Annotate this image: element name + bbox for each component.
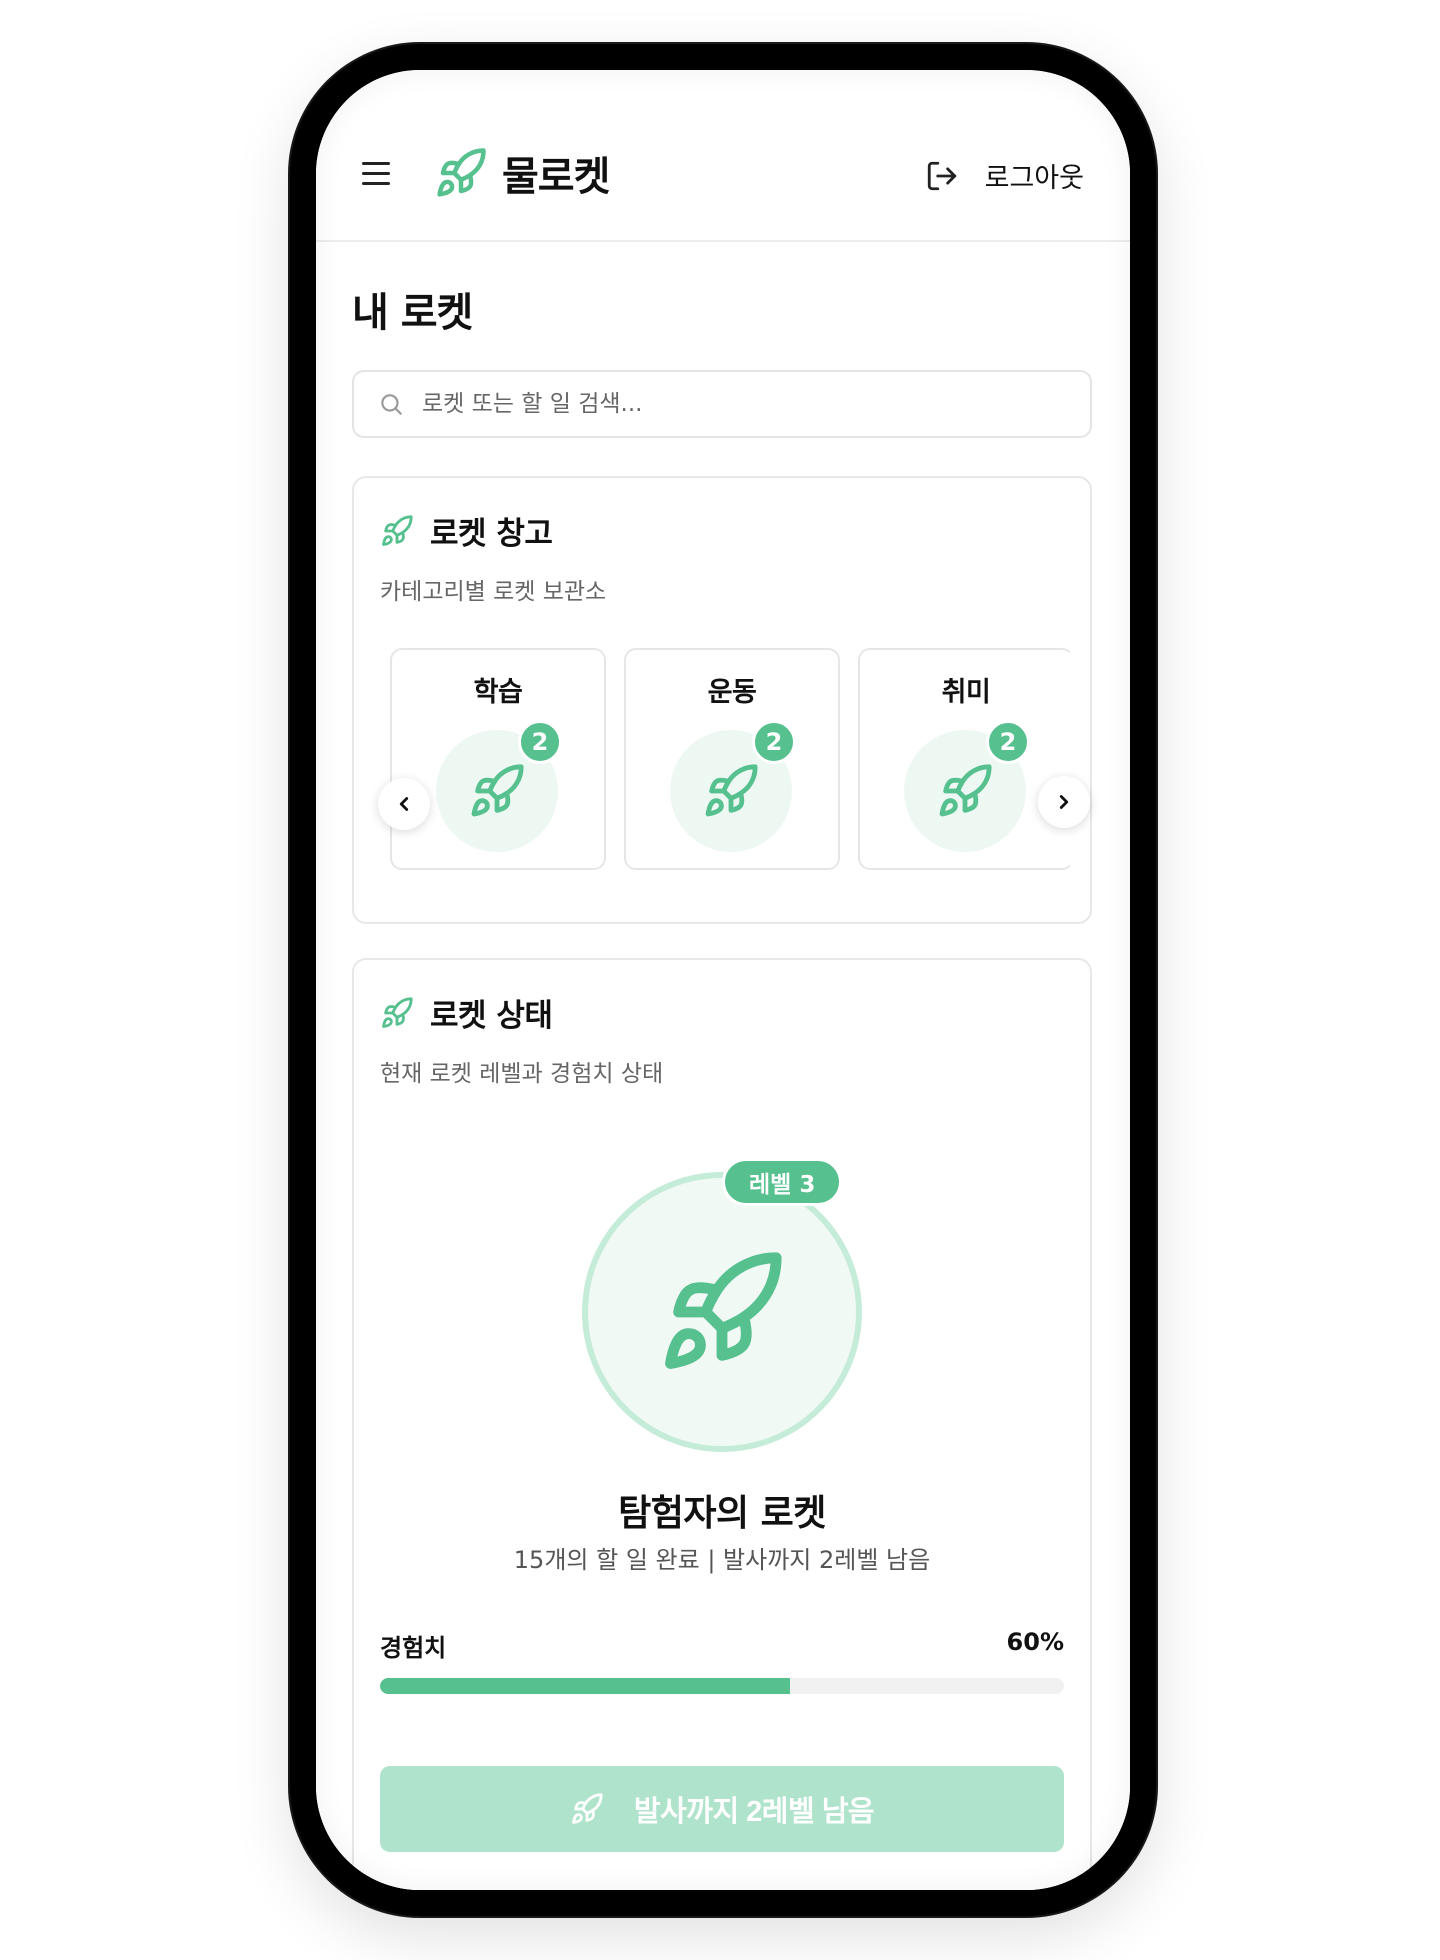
category-label: 운동 (707, 677, 757, 708)
search-icon (381, 394, 402, 415)
warehouse-title: 로켓 창고 (430, 516, 553, 552)
carousel-next-button[interactable] (1038, 776, 1090, 828)
category-carousel: 학습 2 운동 2 취미 2 (390, 648, 1070, 872)
rocket-icon (437, 148, 486, 197)
count-badge: 2 (518, 720, 562, 764)
rocket-icon (382, 514, 413, 546)
rocket-icon (471, 764, 524, 817)
rocket-icon (665, 1252, 782, 1369)
category-tile-hobby[interactable]: 취미 2 (858, 648, 1070, 870)
level-badge: 레벨 3 (722, 1158, 843, 1206)
launch-button[interactable]: 발사까지 2레벨 남음 (380, 1766, 1064, 1852)
search-bar[interactable] (352, 370, 1092, 438)
chevron-left-icon (399, 797, 409, 811)
exp-progress-bar (380, 1678, 1064, 1694)
rocket-icon (939, 764, 992, 817)
category-tile-exercise[interactable]: 운동 2 (624, 648, 840, 870)
hamburger-icon[interactable] (362, 162, 390, 186)
logout-icon (927, 161, 956, 190)
page-title: 내 로켓 (352, 290, 473, 336)
category-tile-study[interactable]: 학습 2 (390, 648, 606, 870)
exp-label: 경험치 (380, 1634, 447, 1662)
app-screen: 물로켓 로그아웃 내 로켓 로켓 창고 카테고리별 로켓 (316, 70, 1130, 1890)
warehouse-subtitle: 카테고리별 로켓 보관소 (380, 579, 607, 605)
status-header: 로켓 상태 (380, 990, 553, 1035)
rocket-icon (382, 996, 413, 1028)
category-label: 취미 (941, 677, 991, 708)
search-input[interactable] (422, 391, 1062, 417)
count-badge: 2 (986, 720, 1030, 764)
logout-button[interactable]: 로그아웃 (925, 156, 1084, 195)
count-badge: 2 (752, 720, 796, 764)
rocket-warehouse-card: 로켓 창고 카테고리별 로켓 보관소 학습 2 운동 2 취미 2 (352, 476, 1092, 924)
category-label: 학습 (473, 677, 523, 708)
rocket-icon (572, 1793, 603, 1824)
app-title: 물로켓 (502, 154, 610, 200)
rocket-summary: 15개의 할 일 완료 | 발사까지 2레벨 남음 (513, 1546, 931, 1574)
warehouse-header: 로켓 창고 (380, 508, 553, 553)
exp-value: 60% (1006, 1628, 1064, 1656)
carousel-prev-button[interactable] (378, 778, 430, 830)
rocket-status-card: 로켓 상태 현재 로켓 레벨과 경험치 상태 레벨 3 탐험자의 로켓 15개의… (352, 958, 1092, 1890)
app-header: 물로켓 로그아웃 (316, 70, 1130, 242)
phone-frame: 물로켓 로그아웃 내 로켓 로켓 창고 카테고리별 로켓 (290, 44, 1156, 1916)
status-subtitle: 현재 로켓 레벨과 경험치 상태 (380, 1061, 664, 1087)
status-title: 로켓 상태 (430, 998, 553, 1034)
logout-label: 로그아웃 (984, 163, 1084, 194)
rocket-icon (705, 764, 758, 817)
exp-progress-fill (380, 1678, 791, 1694)
brand[interactable]: 물로켓 (434, 144, 610, 202)
rocket-name: 탐험자의 로켓 (618, 1493, 826, 1534)
chevron-right-icon (1059, 795, 1069, 809)
rocket-avatar (582, 1172, 862, 1452)
launch-button-label: 발사까지 2레벨 남음 (633, 1796, 875, 1828)
